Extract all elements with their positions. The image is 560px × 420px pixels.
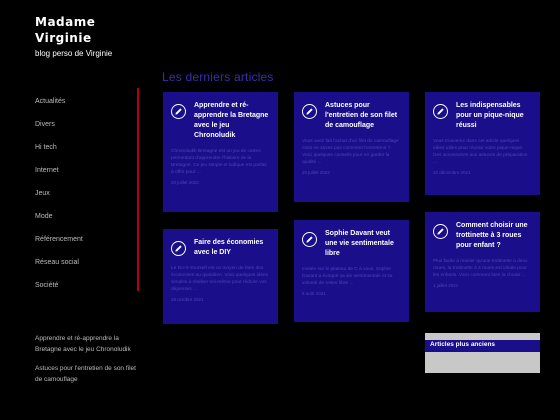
article-excerpt: Plus facile à manier qu'une trottinette … xyxy=(433,259,528,278)
article-card[interactable]: Comment choisir une trottinette à 3 roue… xyxy=(425,212,540,312)
nav-item-hi-tech[interactable]: Hi tech xyxy=(35,136,135,159)
pencil-icon xyxy=(302,104,317,119)
site-description: blog perso de Virginie xyxy=(35,49,113,58)
article-title[interactable]: Les indispensables pour un pique-nique r… xyxy=(456,101,532,131)
nav-item-jeux[interactable]: Jeux xyxy=(35,182,135,205)
recent-posts-list: Apprendre et ré-apprendre la Bretagne av… xyxy=(35,333,140,393)
article-excerpt: Le Do-It-Yourself est un moyen de faire … xyxy=(171,266,269,292)
older-articles-widget xyxy=(425,333,540,373)
nav-item-reseau-social[interactable]: Réseau social xyxy=(35,251,135,274)
article-title[interactable]: Comment choisir une trottinette à 3 roue… xyxy=(456,221,532,251)
nav-item-internet[interactable]: Internet xyxy=(35,159,135,182)
older-articles-title[interactable]: Articles plus anciens xyxy=(425,340,540,352)
nav-item-societe[interactable]: Société xyxy=(35,274,135,297)
article-date: 20 juillet 2022 xyxy=(171,180,199,185)
article-excerpt: Vous avez fait l'achat d'un filet de cam… xyxy=(302,139,399,165)
pencil-icon xyxy=(433,104,448,119)
sidebar: Madame Virginie blog perso de Virginie A… xyxy=(0,0,140,420)
article-title[interactable]: Apprendre et ré-apprendre la Bretagne av… xyxy=(194,101,270,141)
nav-item-actualites[interactable]: Actualités xyxy=(35,90,135,113)
pencil-icon xyxy=(302,232,317,247)
nav-item-divers[interactable]: Divers xyxy=(35,113,135,136)
article-title[interactable]: Faire des économies avec le DIY xyxy=(194,238,270,258)
article-title[interactable]: Sophie Davant veut une vie sentimentale … xyxy=(325,229,401,259)
article-excerpt: Chronoludik Bretagne est un jeu de carte… xyxy=(171,149,267,175)
pencil-icon xyxy=(433,224,448,239)
site-title[interactable]: Madame Virginie xyxy=(35,14,135,46)
article-card[interactable]: Apprendre et ré-apprendre la Bretagne av… xyxy=(163,92,278,212)
article-card[interactable]: Les indispensables pour un pique-nique r… xyxy=(425,92,540,195)
pencil-icon xyxy=(171,241,186,256)
article-date: 5 août 2021 xyxy=(302,291,326,296)
article-excerpt: Vous trouverez dans cet article quelques… xyxy=(433,139,528,165)
article-card[interactable]: Faire des économies avec le DIY Le Do-It… xyxy=(163,229,278,324)
article-date: 1 juillet 2021 xyxy=(433,283,459,288)
article-date: 20 juillet 2022 xyxy=(302,170,330,175)
nav-accent-bar xyxy=(137,88,139,291)
article-card[interactable]: Astuces pour l'entretien de son filet de… xyxy=(294,92,409,202)
pencil-icon xyxy=(171,104,186,119)
article-excerpt: Invitée sur le plateau de C à vous, Soph… xyxy=(302,267,393,286)
article-date: 28 octobre 2021 xyxy=(171,297,204,302)
recent-post-link[interactable]: Apprendre et ré-apprendre la Bretagne av… xyxy=(35,333,140,355)
article-title[interactable]: Astuces pour l'entretien de son filet de… xyxy=(325,101,401,131)
article-card[interactable]: Sophie Davant veut une vie sentimentale … xyxy=(294,220,409,322)
recent-post-link[interactable]: Astuces pour l'entretien de son filet de… xyxy=(35,363,140,385)
article-date: 22 décembre 2021 xyxy=(433,170,471,175)
category-nav: Actualités Divers Hi tech Internet Jeux … xyxy=(35,90,135,297)
section-title: Les derniers articles xyxy=(162,70,274,84)
nav-item-mode[interactable]: Mode xyxy=(35,205,135,228)
nav-item-referencement[interactable]: Référencement xyxy=(35,228,135,251)
